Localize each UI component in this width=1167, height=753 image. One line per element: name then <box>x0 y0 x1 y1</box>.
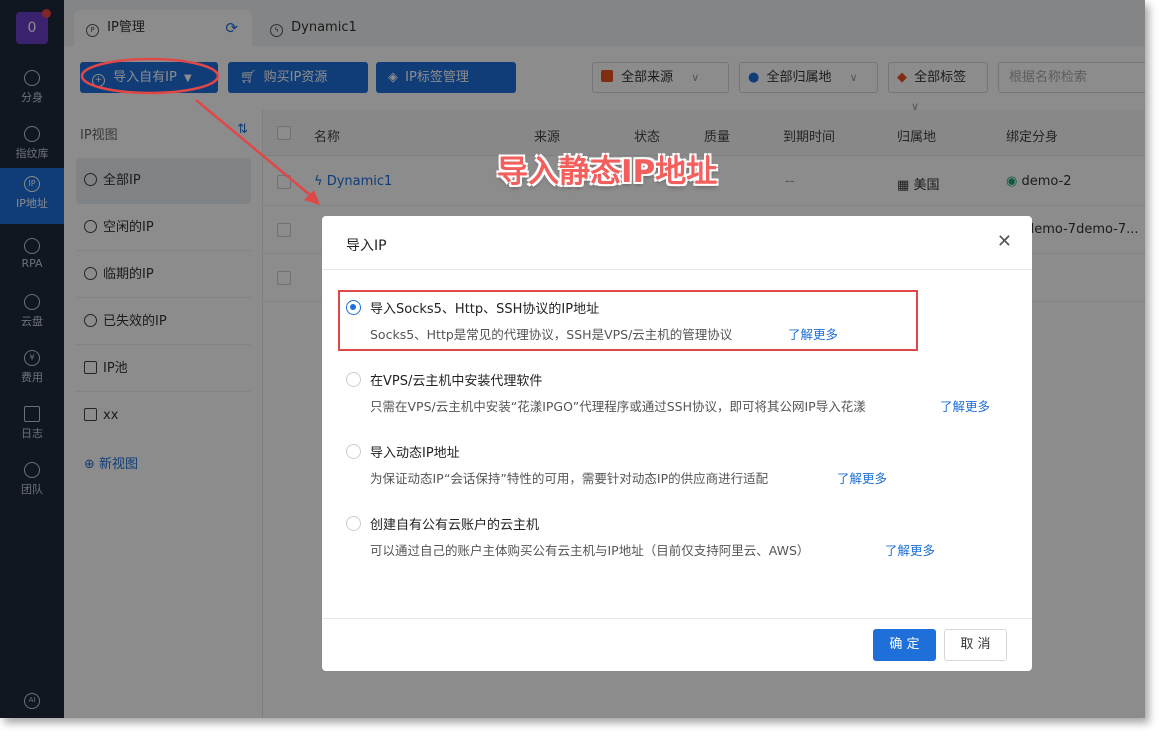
learn-more-link[interactable]: 了解更多 <box>885 540 935 559</box>
divider <box>322 269 1032 270</box>
option-dynamic-ip[interactable]: 导入动态IP地址 为保证动态IP“会话保持”特性的可用，需要针对动态IP的供应商… <box>346 442 986 486</box>
close-icon[interactable]: ✕ <box>997 231 1012 252</box>
import-ip-dialog: 导入IP ✕ 导入Socks5、Http、SSH协议的IP地址 Socks5、H… <box>322 216 1032 671</box>
option-desc: 只需在VPS/云主机中安装“花漾IPGO”代理程序或通过SSH协议，即可将其公网… <box>370 399 866 414</box>
radio-button[interactable] <box>346 372 361 387</box>
option-title: 创建自有公有云账户的云主机 <box>370 518 540 533</box>
option-vps-proxy-software[interactable]: 在VPS/云主机中安装代理软件 只需在VPS/云主机中安装“花漾IPGO”代理程… <box>346 370 1006 414</box>
option-public-cloud-host[interactable]: 创建自有公有云账户的云主机 可以通过自己的账户主体购买公有云主机与IP地址（目前… <box>346 514 986 558</box>
option-title: 导入动态IP地址 <box>370 446 460 461</box>
learn-more-link[interactable]: 了解更多 <box>940 396 990 415</box>
divider <box>322 618 1032 619</box>
highlight-box <box>338 290 918 351</box>
option-title: 在VPS/云主机中安装代理软件 <box>370 374 543 389</box>
app-window: 0 分身 指纹库 IP IP地址 RPA 云盘 ¥ 费用 日志 团队 AI P … <box>0 0 1145 718</box>
dialog-title: 导入IP <box>346 238 387 254</box>
option-desc: 为保证动态IP“会话保持”特性的可用，需要针对动态IP的供应商进行适配 <box>370 471 769 486</box>
cancel-button[interactable]: 取 消 <box>944 629 1007 661</box>
option-desc: 可以通过自己的账户主体购买公有云主机与IP地址（目前仅支持阿里云、AWS） <box>370 543 810 558</box>
annotation-callout: 导入静态IP地址 <box>497 154 718 190</box>
radio-button[interactable] <box>346 516 361 531</box>
confirm-button[interactable]: 确 定 <box>873 629 936 661</box>
radio-button[interactable] <box>346 444 361 459</box>
learn-more-link[interactable]: 了解更多 <box>837 468 887 487</box>
